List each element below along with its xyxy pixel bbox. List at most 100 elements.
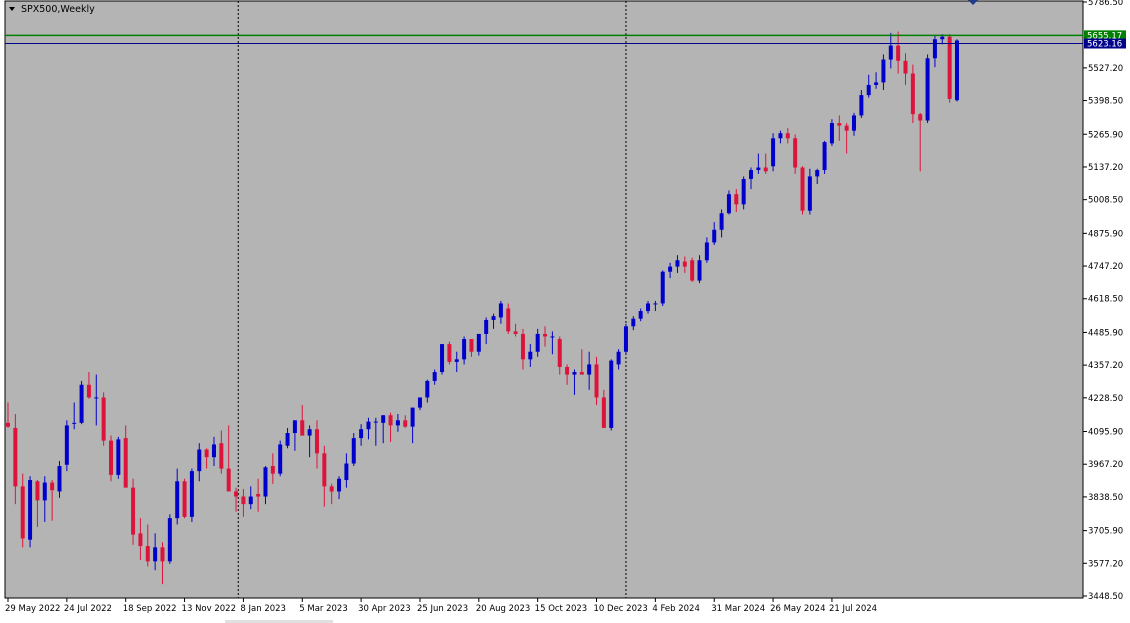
x-tick-label: 20 Aug 2023 — [476, 604, 530, 614]
candle-body — [175, 481, 180, 519]
x-tick-label: 4 Feb 2024 — [652, 604, 700, 614]
candle-body — [587, 364, 592, 375]
candle-body — [484, 319, 489, 334]
y-tick-label: 3967.20 — [1088, 460, 1123, 470]
x-tick-label: 8 Jan 2023 — [240, 604, 286, 614]
candle-body — [469, 339, 474, 352]
candle-body — [638, 311, 643, 319]
candle-body — [785, 133, 790, 139]
candle-body — [910, 73, 915, 115]
candle-body — [314, 429, 319, 454]
x-tick-label: 15 Oct 2023 — [535, 604, 588, 614]
candle-body — [50, 482, 55, 491]
candle — [167, 514, 172, 564]
candle — [79, 380, 84, 425]
candle-body — [410, 407, 415, 427]
candle-body — [344, 463, 349, 481]
candle-body — [86, 384, 91, 398]
x-tick-label: 26 May 2024 — [770, 604, 825, 614]
candle-body — [388, 415, 393, 426]
candle-body — [616, 351, 621, 365]
candle-body — [947, 36, 952, 99]
candle-body — [506, 308, 511, 332]
candle-body — [543, 333, 548, 337]
y-tick-label: 4357.20 — [1088, 361, 1123, 371]
candle-body — [653, 303, 658, 305]
candle — [690, 257, 695, 282]
candle-body — [859, 95, 864, 116]
candle-body — [800, 167, 805, 211]
x-tick-label: 30 Apr 2023 — [358, 604, 411, 614]
candle-body — [888, 45, 893, 60]
candle-body — [881, 59, 886, 83]
candle-body — [528, 351, 533, 360]
candle — [64, 420, 69, 472]
y-tick-label: 4095.90 — [1088, 428, 1123, 438]
candle-body — [491, 316, 496, 320]
candle-body — [594, 364, 599, 398]
candle-body — [734, 194, 739, 205]
candle-body — [844, 125, 849, 131]
candle-body — [520, 333, 525, 360]
candle-body — [771, 138, 776, 167]
y-tick-label: 5786.50 — [1088, 0, 1123, 8]
candle-body — [101, 397, 106, 441]
y-tick-label: 4228.50 — [1088, 394, 1123, 404]
candle-body — [726, 194, 731, 214]
candle-body — [337, 478, 342, 492]
candle — [278, 440, 283, 477]
candle-body — [123, 438, 128, 488]
candle-body — [513, 331, 518, 334]
candle — [447, 341, 452, 365]
candle-body — [226, 468, 231, 492]
candle-body — [403, 420, 408, 427]
candle — [947, 34, 952, 103]
candle-body — [145, 546, 150, 562]
candle-body — [256, 493, 261, 497]
candle-body — [278, 444, 283, 474]
price-axis[interactable]: 5786.50 5527.20 5398.50 5265.90 5137.20 5008.… — [1083, 0, 1126, 602]
candle-body — [668, 266, 673, 272]
candle-body — [903, 60, 908, 74]
candle-body — [234, 491, 239, 497]
x-tick-label: 13 Nov 2022 — [182, 604, 236, 614]
y-tick-label: 5398.50 — [1088, 97, 1123, 107]
candle-body — [6, 422, 10, 427]
candle — [660, 270, 665, 306]
candle-body — [682, 261, 687, 267]
candle-body — [263, 467, 268, 497]
candle-body — [932, 39, 937, 59]
candle-body — [447, 344, 452, 362]
candle-body — [72, 422, 77, 424]
candle-body — [454, 359, 459, 362]
candle-body — [623, 326, 628, 352]
y-tick-label: 5527.20 — [1088, 64, 1123, 74]
candle-body — [822, 142, 827, 171]
candle-body — [248, 496, 253, 505]
candle-body — [756, 167, 761, 171]
candle-body — [955, 40, 959, 101]
y-tick-label: 3577.20 — [1088, 559, 1123, 569]
candle-body — [432, 372, 437, 381]
candle-body — [793, 138, 798, 168]
candle-body — [160, 547, 165, 562]
candle-body — [712, 229, 717, 243]
candle-body — [322, 453, 327, 487]
candle-body — [660, 271, 665, 304]
y-tick-label: 4485.90 — [1088, 328, 1123, 338]
candlestick-chart[interactable]: 5786.50 5527.20 5398.50 5265.90 5137.20 5008.… — [0, 0, 1130, 623]
candle-body — [646, 303, 651, 312]
candle-body — [462, 339, 467, 360]
candle-body — [79, 384, 84, 423]
candle-body — [219, 443, 224, 469]
candle-body — [815, 170, 820, 177]
candle-body — [535, 333, 540, 352]
candle-body — [690, 260, 695, 281]
candle-body — [197, 449, 202, 472]
y-tick-label: 4747.20 — [1088, 262, 1123, 272]
candle-body — [366, 421, 371, 430]
candle-body — [550, 336, 555, 338]
x-tick-label: 21 Jul 2024 — [829, 604, 877, 614]
time-axis[interactable]: 29 May 2022 24 Jul 2022 18 Sep 2022 13 Nov … — [5, 598, 877, 623]
candle-body — [719, 213, 724, 230]
